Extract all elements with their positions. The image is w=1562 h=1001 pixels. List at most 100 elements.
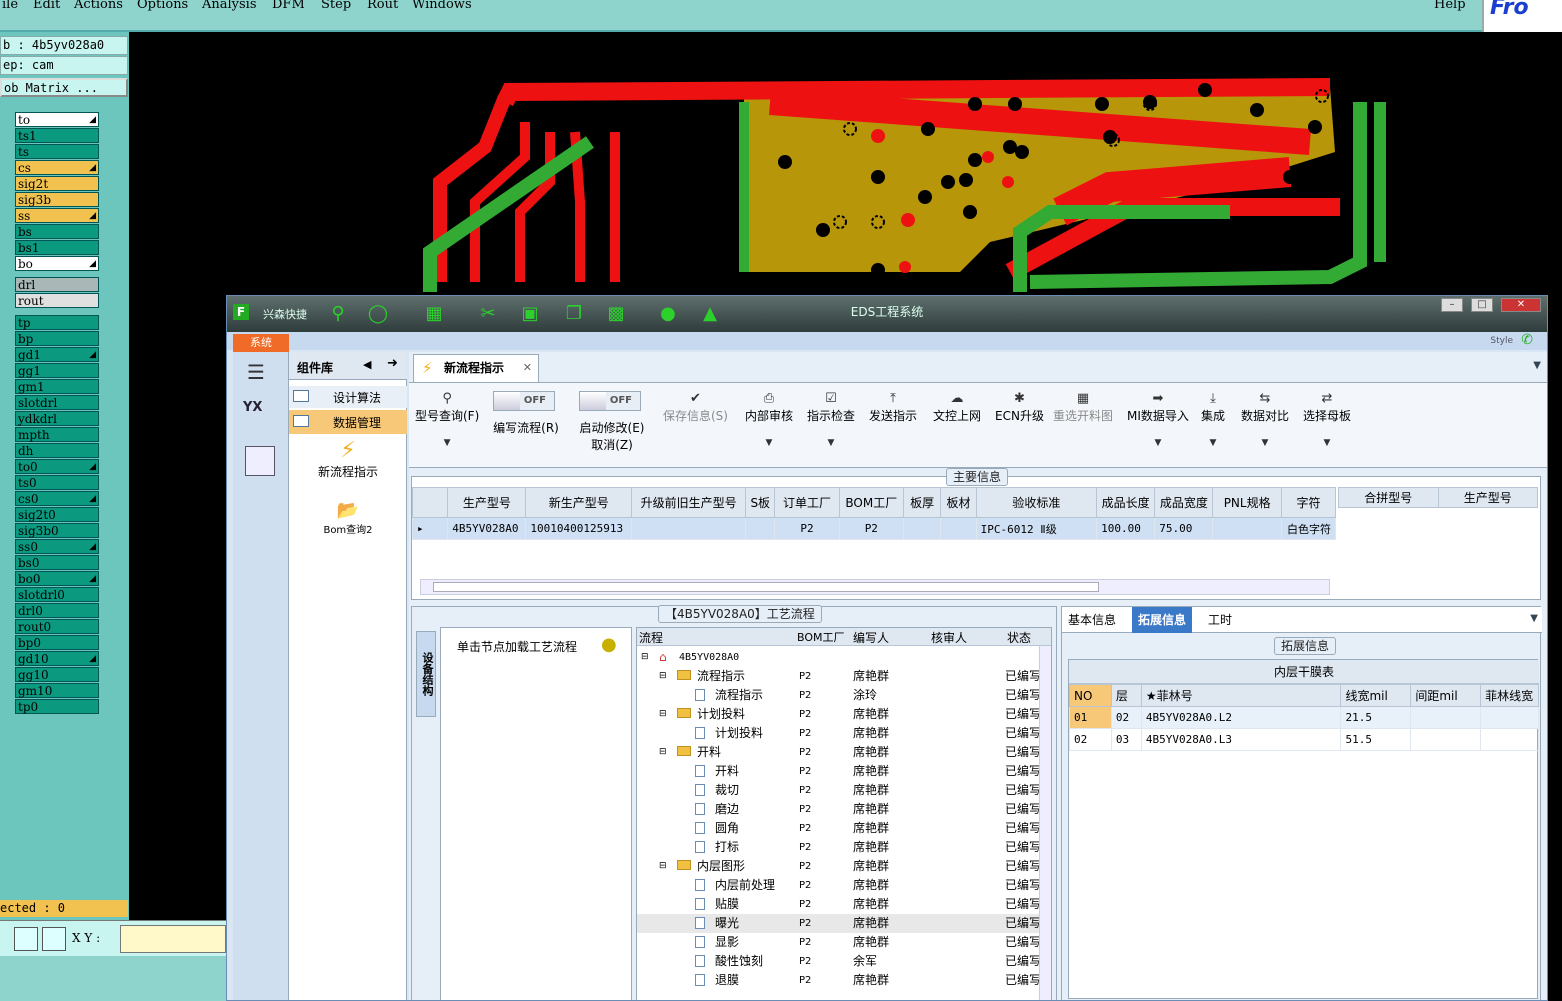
menu-analysis[interactable]: Analysis: [202, 0, 257, 12]
table-cell[interactable]: 4B5YV028A0: [447, 517, 527, 540]
layer-slotdrl0[interactable]: slotdrl0: [15, 587, 99, 602]
table-cell[interactable]: 75.00: [1154, 517, 1214, 540]
layer-gd1[interactable]: gd1 ◢: [15, 347, 99, 362]
layer-ts0[interactable]: ts0: [15, 475, 99, 490]
layer-gm1[interactable]: gm1: [15, 379, 99, 394]
tree-row[interactable]: 酸性蚀刻 P2 余军 已编写: [637, 952, 1051, 971]
submenu-icon[interactable]: ◢: [89, 540, 96, 554]
tree-row[interactable]: 计划投料 P2 席艳群 已编写: [637, 724, 1051, 743]
table-cell[interactable]: 21.5: [1340, 706, 1412, 729]
layer-slotdrl[interactable]: slotdrl: [15, 395, 99, 410]
layer-bo[interactable]: bo ◢: [15, 256, 99, 271]
maximize-button[interactable]: □: [1471, 298, 1493, 312]
menu-icon[interactable]: ☰: [247, 360, 265, 384]
calculator-icon[interactable]: [245, 446, 275, 476]
submenu-icon[interactable]: ◢: [89, 572, 96, 586]
indicator-check-button[interactable]: ☑ 指示检查 ▼: [807, 391, 855, 448]
vertical-scrollbar[interactable]: [1039, 646, 1051, 1000]
table-row[interactable]: 01 02 4B5YV028A0.L2 21.5: [1069, 706, 1539, 729]
horizontal-scrollbar[interactable]: [420, 579, 1330, 595]
table-cell[interactable]: P2: [838, 517, 905, 540]
submenu-icon[interactable]: ◢: [89, 257, 96, 271]
tab-extended-info[interactable]: 拓展信息: [1132, 607, 1193, 633]
layer-mpth[interactable]: mpth: [15, 427, 99, 442]
layer-bp[interactable]: bp: [15, 331, 99, 346]
layer-ss0[interactable]: ss0 ◢: [15, 539, 99, 554]
table-cell[interactable]: [1480, 728, 1539, 751]
layer-to[interactable]: to ◢: [15, 112, 99, 127]
table-cell[interactable]: [1410, 706, 1482, 729]
layer-drl[interactable]: drl: [15, 277, 99, 292]
layer-dh[interactable]: dh: [15, 443, 99, 458]
layer-drl0[interactable]: drl0: [15, 603, 99, 618]
submenu-icon[interactable]: ◢: [89, 652, 96, 666]
table-cell[interactable]: IPC-6012 Ⅱ级: [975, 517, 1098, 540]
layer-gd10[interactable]: gd10 ◢: [15, 651, 99, 666]
submenu-icon[interactable]: ◢: [89, 161, 96, 175]
phone-icon[interactable]: ✆: [1521, 332, 1533, 348]
table-row[interactable]: ▸ 4B5YV028A0 10010400125913 P2 P2 IPC-6012 Ⅱ级…: [411, 517, 1337, 540]
tree-row[interactable]: ⊟ 计划投料 P2 席艳群 已编写: [637, 705, 1051, 724]
col-header[interactable]: 成品宽度: [1154, 487, 1214, 518]
grid-icon[interactable]: [42, 927, 66, 951]
table-cell[interactable]: 10010400125913: [525, 517, 633, 540]
yx-app-icon[interactable]: YX: [243, 400, 275, 430]
layer-gg1[interactable]: gg1: [15, 363, 99, 378]
col-header[interactable]: 生产型号: [447, 487, 527, 518]
action-bom-query[interactable]: 📂 Bom查询2: [289, 500, 407, 546]
col-header[interactable]: BOM工厂: [838, 487, 905, 518]
table-cell[interactable]: 02: [1069, 728, 1112, 751]
sidebar-item-design[interactable]: 设计算法: [289, 386, 407, 408]
tree-row[interactable]: ⊟ 内层图形 P2 席艳群 已编写: [637, 857, 1051, 876]
layer-bs[interactable]: bs: [15, 224, 99, 239]
table-cell[interactable]: [940, 517, 977, 540]
mi-import-button[interactable]: ➡ MI数据导入 ▼: [1127, 391, 1189, 448]
col-header[interactable]: 菲林线宽: [1480, 684, 1539, 707]
model-query-button[interactable]: ⚲ 型号查询(F) ▼: [415, 391, 479, 448]
measure-icon[interactable]: [14, 927, 38, 951]
col-header[interactable]: 新生产型号: [525, 487, 633, 518]
close-button[interactable]: ✕: [1501, 298, 1541, 312]
col-header[interactable]: 层: [1110, 684, 1142, 707]
dropdown-icon[interactable]: ▼: [1530, 613, 1538, 624]
integrate-button[interactable]: ⤓ 集成 ▼: [1201, 391, 1225, 448]
collapse-icon[interactable]: ⊟: [641, 648, 649, 667]
table-cell[interactable]: 02: [1110, 706, 1142, 729]
tree-row[interactable]: ⊟ 流程指示 P2 席艳群 已编写: [637, 667, 1051, 686]
table-cell[interactable]: [1480, 706, 1539, 729]
table-cell[interactable]: [631, 517, 747, 540]
side-tab-equipment[interactable]: 设备结构: [416, 631, 436, 717]
tree-row[interactable]: ⊟ 开料 P2 席艳群 已编写: [637, 743, 1051, 762]
send-indicator-button[interactable]: ⤒ 发送指示: [869, 391, 917, 424]
ecn-upgrade-button[interactable]: ✱ ECN升级: [995, 391, 1044, 424]
layer-tp0[interactable]: tp0: [15, 699, 99, 714]
menu-windows[interactable]: Windows: [412, 0, 472, 12]
table-cell[interactable]: [1410, 728, 1482, 751]
tree-row[interactable]: 裁切 P2 席艳群 已编写: [637, 781, 1051, 800]
submenu-icon[interactable]: ◢: [89, 348, 96, 362]
col-header[interactable]: 验收标准: [975, 487, 1098, 518]
submenu-icon[interactable]: ◢: [89, 113, 96, 127]
layer-cs0[interactable]: cs0 ◢: [15, 491, 99, 506]
layer-sig2t[interactable]: sig2t: [15, 176, 99, 191]
menu-help[interactable]: Help: [1434, 0, 1466, 12]
layer-ydkdrl[interactable]: ydkdrl: [15, 411, 99, 426]
tab-dropdown-icon[interactable]: ▼: [1533, 360, 1541, 371]
table-cell[interactable]: 白色字符: [1280, 517, 1337, 540]
menu-step[interactable]: Step: [321, 0, 351, 12]
tree-row[interactable]: 曝光 P2 席艳群 已编写: [637, 914, 1051, 933]
menu-dfm[interactable]: DFM: [272, 0, 305, 12]
save-info-button[interactable]: ✔ 保存信息(S): [663, 391, 728, 424]
write-flow-toggle[interactable]: OFF 编写流程(R): [493, 391, 559, 436]
pin-icon[interactable]: ➜: [387, 356, 398, 371]
pcb-canvas[interactable]: [130, 32, 1562, 300]
col-header[interactable]: 板厚: [902, 487, 942, 518]
layer-ss[interactable]: ss ◢: [15, 208, 99, 223]
tree-row[interactable]: 内层前处理 P2 席艳群 已编写: [637, 876, 1051, 895]
layer-bp0[interactable]: bp0: [15, 635, 99, 650]
tree-row[interactable]: 流程指示 P2 涂玲 已编写: [637, 686, 1051, 705]
menu-actions[interactable]: Actions: [74, 0, 123, 12]
tab-new-flow[interactable]: ⚡ 新流程指示 ✕: [413, 354, 539, 382]
tab-basic-info[interactable]: 基本信息: [1062, 607, 1122, 633]
collapse-icon[interactable]: ⊟: [659, 705, 667, 724]
